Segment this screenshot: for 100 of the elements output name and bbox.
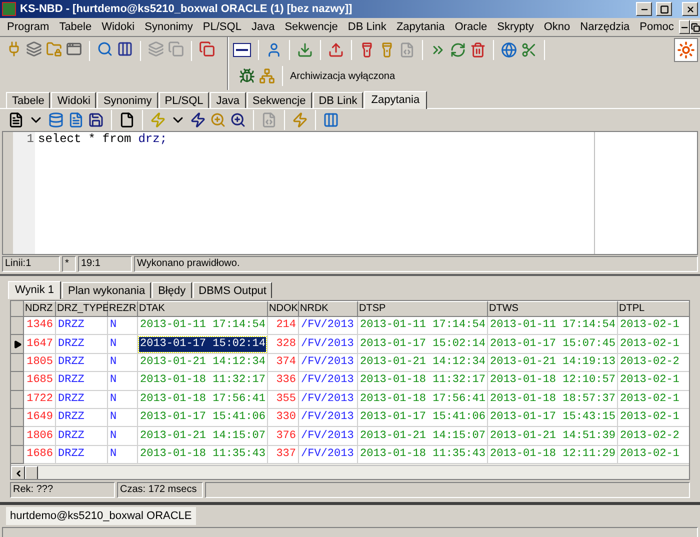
table-cell: 328 (275, 336, 297, 352)
close-icon (686, 4, 694, 14)
menu-item[interactable]: Narzędzia (575, 18, 635, 36)
column-header[interactable]: NDRZ (24, 301, 56, 317)
table-cell: 2013-02-1 (619, 373, 680, 388)
menu-item[interactable]: Oracle (450, 18, 492, 36)
connection-tab[interactable]: hurtdemo@ks5210_boxwal ORACLE (6, 507, 196, 525)
folder-lock-icon[interactable] (46, 41, 62, 57)
restore-button[interactable] (690, 20, 700, 34)
result-tab[interactable]: Wynik 1 (8, 281, 62, 299)
lightning-icon[interactable] (190, 112, 206, 128)
table-cell: /FV/2013 (300, 336, 355, 352)
line-count: Linii:1 (2, 256, 60, 272)
result-tab[interactable]: DBMS Output (192, 282, 272, 298)
object-tab[interactable]: Sekwencje (246, 92, 312, 108)
app-logo-icon (2, 2, 16, 16)
menu-item[interactable]: Tabele (54, 18, 97, 36)
object-tab[interactable]: Java (210, 92, 246, 108)
minimize-button[interactable] (678, 20, 690, 34)
table-cell: 355 (275, 392, 297, 407)
menu-item[interactable]: Sekwencje (280, 18, 343, 36)
globe-icon[interactable] (501, 42, 517, 58)
row-indicator[interactable] (11, 335, 24, 354)
current-row-icon (12, 340, 22, 349)
table-cell: 2013-01-18 11:32:17 (139, 373, 266, 388)
sql-editor[interactable]: 1 select * from drz; (2, 131, 698, 255)
restore-icon (690, 22, 700, 32)
table-cell: 2013-01-18 12:10:57 (489, 373, 616, 388)
scroll-left-button[interactable] (11, 466, 25, 479)
table-cell: /FV/2013 (300, 354, 355, 370)
table-cell: 2013-01-18 11:35:43 (359, 446, 486, 462)
object-tab[interactable]: PL/SQL (158, 92, 210, 108)
menu-item[interactable]: DB Link (342, 18, 392, 36)
maximize-button[interactable] (656, 2, 672, 16)
table-cell: 2013-01-21 14:15:07 (139, 428, 266, 444)
window-icon[interactable] (66, 41, 82, 57)
table-cell: 2013-02-2 (619, 354, 680, 370)
minimize-button[interactable] (636, 2, 652, 16)
upload-icon[interactable] (328, 42, 344, 58)
user-icon[interactable] (266, 42, 282, 58)
menu-item[interactable]: PL/SQL (198, 18, 246, 36)
table-cell: DRZZ (57, 446, 86, 462)
bug-icon[interactable] (239, 68, 255, 84)
search-icon[interactable] (97, 41, 113, 57)
menu-item[interactable]: Okno (538, 18, 576, 36)
code-token: from (102, 132, 132, 147)
close-button[interactable] (682, 2, 698, 16)
table-cell: 2013-01-11 17:14:54 (359, 318, 486, 334)
column-header[interactable]: DTPL (618, 301, 689, 317)
column-header[interactable]: DTAK (138, 301, 268, 317)
layers-icon[interactable] (26, 41, 42, 57)
sql-database-icon[interactable] (48, 112, 64, 128)
menu-item[interactable]: Skrypty (492, 18, 539, 36)
columns-icon[interactable] (323, 112, 339, 128)
table-cell: 1686 (26, 446, 54, 462)
open-file-icon[interactable] (8, 112, 24, 128)
column-header[interactable]: NRDK (299, 301, 358, 317)
table-cell: N (109, 428, 118, 444)
object-tab[interactable]: Synonimy (97, 92, 158, 108)
table-cell: 2013-01-17 15:43:15 (489, 410, 616, 426)
delete-icon[interactable] (470, 42, 486, 58)
zoom-icon[interactable] (230, 112, 246, 128)
copy-icon[interactable] (199, 41, 215, 57)
object-tab[interactable]: Widoki (51, 92, 96, 108)
table-cell: 2013-01-18 18:57:37 (489, 392, 616, 407)
column-header[interactable]: NDOK (268, 301, 299, 317)
menu-item[interactable]: Program (2, 18, 54, 36)
menu-item[interactable]: Zapytania (391, 18, 450, 36)
columns-icon[interactable] (117, 41, 133, 57)
table-cell: 2013-01-21 14:19:13 (489, 354, 616, 370)
sun-button[interactable] (674, 38, 698, 62)
sql-icon[interactable] (233, 43, 251, 57)
table-cell: /FV/2013 (300, 446, 355, 462)
scrollbar-thumb[interactable] (25, 466, 38, 479)
object-tab[interactable]: DB Link (312, 92, 364, 108)
scissors-icon[interactable] (521, 42, 537, 58)
refresh-icon[interactable] (450, 42, 466, 58)
object-tab[interactable]: Zapytania (364, 91, 427, 109)
table-cell: 2013-02-1 (619, 410, 680, 426)
column-header[interactable]: DTSP (358, 301, 488, 317)
menu-item[interactable]: Pomoc (634, 18, 679, 36)
menu-item[interactable]: Synonimy (140, 18, 198, 36)
column-header[interactable]: REZR (108, 301, 138, 317)
save-icon[interactable] (88, 112, 104, 128)
table-cell: 2013-02-1 (619, 392, 680, 407)
table-cell: DRZZ (57, 428, 86, 444)
table-cell: 214 (275, 318, 297, 334)
code-token: * (88, 132, 96, 147)
new-file-icon[interactable] (119, 112, 135, 128)
result-tab[interactable]: Plan wykonania (62, 282, 152, 298)
file-icon[interactable] (68, 112, 84, 128)
column-header[interactable]: DTWS (488, 301, 618, 317)
table-cell: 2013-02-1 (619, 446, 680, 462)
column-header[interactable]: DRZ_TYPE (56, 301, 108, 317)
download-icon[interactable] (297, 42, 313, 58)
object-tab[interactable]: Tabele (6, 92, 50, 108)
menu-item[interactable]: Java (246, 18, 280, 36)
table-cell: 1647 (26, 336, 54, 352)
menu-item[interactable]: Widoki (96, 18, 140, 36)
result-tab[interactable]: Błędy (152, 282, 192, 298)
